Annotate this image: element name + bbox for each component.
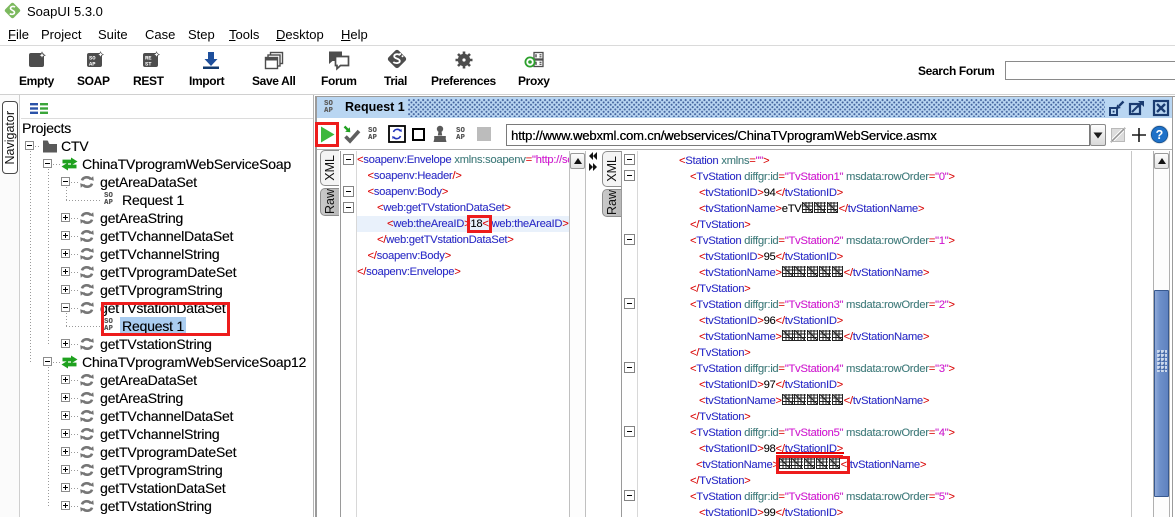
svg-text:ST: ST (145, 61, 152, 68)
svg-text:?: ? (1156, 128, 1164, 142)
svg-text:AP: AP (89, 61, 96, 68)
